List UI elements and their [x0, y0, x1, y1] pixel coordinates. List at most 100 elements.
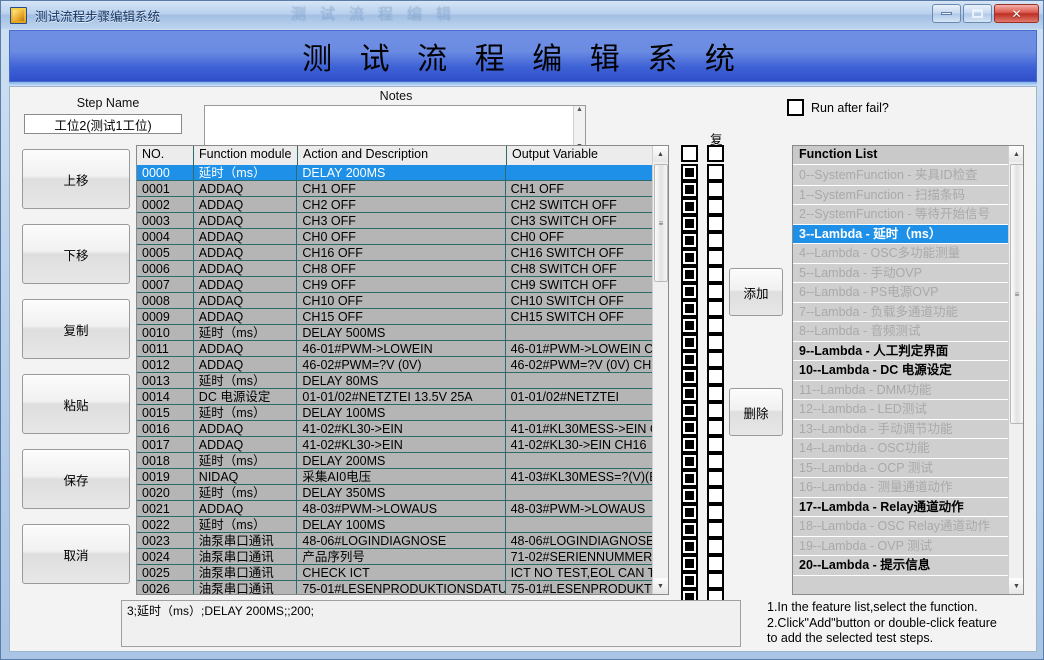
enable-checkbox-column[interactable]: [681, 145, 698, 623]
test-steps-grid[interactable]: NO. Function module Action and Description…: [136, 145, 669, 595]
repeat-checkbox[interactable]: [707, 555, 724, 572]
repeat-checkbox[interactable]: [707, 249, 724, 266]
function-list-item[interactable]: 0--SystemFunction - 夹具ID检查: [793, 166, 1008, 186]
paste-button[interactable]: 粘贴: [22, 374, 130, 434]
function-list-item[interactable]: 9--Lambda - 人工判定界面: [793, 341, 1008, 361]
copy-button[interactable]: 复制: [22, 299, 130, 359]
table-row[interactable]: 0025 油泵串口通讯 CHECK ICT ICT NO TEST,EOL CAN T: [137, 565, 652, 581]
table-row[interactable]: 0006 ADDAQ CH8 OFF CH8 SWITCH OFF: [137, 261, 652, 277]
table-row[interactable]: 0015 延时（ms） DELAY 100MS: [137, 405, 652, 421]
repeat-checkbox[interactable]: [707, 487, 724, 504]
grid-column-header[interactable]: NO.: [137, 146, 194, 165]
enable-checkbox[interactable]: [681, 215, 698, 232]
table-row[interactable]: 0000 延时（ms） DELAY 200MS: [137, 165, 652, 181]
scroll-up-icon[interactable]: ▲: [576, 106, 583, 114]
repeat-checkbox[interactable]: [707, 215, 724, 232]
grid-column-header[interactable]: Output Variable: [507, 146, 654, 165]
function-list-scroll-thumb[interactable]: ≡: [1010, 164, 1023, 424]
grid-column-header[interactable]: Function module: [194, 146, 298, 165]
repeat-checkbox[interactable]: [707, 402, 724, 419]
repeat-checkbox[interactable]: [707, 317, 724, 334]
step-name-input[interactable]: [24, 114, 182, 134]
enable-checkbox[interactable]: [681, 351, 698, 368]
enable-checkbox[interactable]: [681, 385, 698, 402]
function-list-item[interactable]: 6--Lambda - PS电源OVP: [793, 283, 1008, 303]
enable-checkbox[interactable]: [681, 300, 698, 317]
repeat-checkbox[interactable]: [707, 164, 724, 181]
repeat-checkbox[interactable]: [707, 538, 724, 555]
enable-checkbox[interactable]: [681, 317, 698, 334]
table-row[interactable]: 0013 延时（ms） DELAY 80MS: [137, 373, 652, 389]
function-list-item[interactable]: 18--Lambda - OSC Relay通道动作: [793, 517, 1008, 537]
table-row[interactable]: 0024 油泵串口通讯 产品序列号 71-02#SERIENNUMMER: [137, 549, 652, 565]
enable-checkbox[interactable]: [681, 198, 698, 215]
table-row[interactable]: 0001 ADDAQ CH1 OFF CH1 OFF: [137, 181, 652, 197]
function-list-item[interactable]: 20--Lambda - 提示信息: [793, 556, 1008, 576]
repeat-checkbox[interactable]: [707, 283, 724, 300]
enable-checkbox[interactable]: [681, 249, 698, 266]
repeat-checkbox[interactable]: [707, 334, 724, 351]
add-button[interactable]: 添加: [729, 268, 783, 316]
repeat-checkbox[interactable]: [707, 232, 724, 249]
enable-checkbox[interactable]: [681, 232, 698, 249]
function-list-item[interactable]: 15--Lambda - OCP 测试: [793, 458, 1008, 478]
grid-scroll-up-button[interactable]: ▲: [653, 146, 668, 162]
repeat-checkbox[interactable]: [707, 368, 724, 385]
enable-checkbox[interactable]: [681, 538, 698, 555]
enable-checkbox[interactable]: [681, 283, 698, 300]
table-row[interactable]: 0016 ADDAQ 41-02#KL30->EIN 41-01#KL30MESS->…: [137, 421, 652, 437]
cancel-button[interactable]: 取消: [22, 524, 130, 584]
enable-checkbox[interactable]: [681, 181, 698, 198]
enable-checkbox[interactable]: [681, 521, 698, 538]
function-list-item[interactable]: 3--Lambda - 延时（ms）: [793, 224, 1008, 244]
function-list-item[interactable]: 17--Lambda - Relay通道动作: [793, 497, 1008, 517]
table-row[interactable]: 0020 延时（ms） DELAY 350MS: [137, 485, 652, 501]
table-row[interactable]: 0021 ADDAQ 48-03#PWM->LOWAUS 48-03#PWM->LOW…: [137, 501, 652, 517]
function-list-item[interactable]: 1--SystemFunction - 扫描条码: [793, 185, 1008, 205]
table-row[interactable]: 0008 ADDAQ CH10 OFF CH10 SWITCH OFF: [137, 293, 652, 309]
table-row[interactable]: 0004 ADDAQ CH0 OFF CH0 OFF: [137, 229, 652, 245]
enable-checkbox[interactable]: [681, 419, 698, 436]
table-row[interactable]: 0019 NIDAQ 采集AI0电压 41-03#KL30MESS=?(V)(E: [137, 469, 652, 485]
repeat-checkbox-column[interactable]: [707, 145, 724, 623]
repeat-header-checkbox[interactable]: [707, 145, 724, 162]
table-row[interactable]: 0012 ADDAQ 46-02#PWM=?V (0V) 46-02#PWM=?V (…: [137, 357, 652, 373]
function-list-scrollbar[interactable]: ▲ ≡ ▼: [1008, 146, 1023, 594]
grid-vertical-scrollbar[interactable]: ▲ ≡ ▼: [652, 146, 668, 594]
function-list-item[interactable]: 10--Lambda - DC 电源设定: [793, 361, 1008, 381]
function-list-item[interactable]: 7--Lambda - 负载多通道功能: [793, 302, 1008, 322]
table-row[interactable]: 0009 ADDAQ CH15 OFF CH15 SWITCH OFF: [137, 309, 652, 325]
repeat-checkbox[interactable]: [707, 453, 724, 470]
enable-checkbox[interactable]: [681, 504, 698, 521]
enable-checkbox[interactable]: [681, 368, 698, 385]
function-list-body[interactable]: 0--SystemFunction - 夹具ID检查 1--SystemFunct…: [793, 166, 1008, 594]
table-row[interactable]: 0011 ADDAQ 46-01#PWM->LOWEIN 46-01#PWM->LOW…: [137, 341, 652, 357]
maximize-button[interactable]: [963, 4, 992, 23]
repeat-checkbox[interactable]: [707, 300, 724, 317]
enable-checkbox[interactable]: [681, 436, 698, 453]
repeat-checkbox[interactable]: [707, 266, 724, 283]
table-row[interactable]: 0003 ADDAQ CH3 OFF CH3 SWITCH OFF: [137, 213, 652, 229]
enable-header-checkbox[interactable]: [681, 145, 698, 162]
close-button[interactable]: ✕: [994, 4, 1039, 23]
save-button[interactable]: 保存: [22, 449, 130, 509]
minimize-button[interactable]: [932, 4, 961, 23]
table-row[interactable]: 0026 油泵串口通讯 75-01#LESENPRODUKTIONSDATU 75-0…: [137, 581, 652, 594]
run-after-fail-row[interactable]: Run after fail?: [787, 99, 889, 116]
repeat-checkbox[interactable]: [707, 521, 724, 538]
function-list-item[interactable]: 14--Lambda - OSC功能: [793, 439, 1008, 459]
enable-checkbox[interactable]: [681, 402, 698, 419]
grid-scroll-thumb[interactable]: ≡: [654, 164, 668, 282]
enable-checkbox[interactable]: [681, 572, 698, 589]
enable-checkbox[interactable]: [681, 164, 698, 181]
grid-body[interactable]: 0000 延时（ms） DELAY 200MS 0001 ADDAQ CH1 OFF CH1…: [137, 165, 652, 594]
enable-checkbox[interactable]: [681, 334, 698, 351]
function-list-item[interactable]: 5--Lambda - 手动OVP: [793, 263, 1008, 283]
table-row[interactable]: 0022 延时（ms） DELAY 100MS: [137, 517, 652, 533]
repeat-checkbox[interactable]: [707, 351, 724, 368]
repeat-checkbox[interactable]: [707, 198, 724, 215]
repeat-checkbox[interactable]: [707, 436, 724, 453]
table-row[interactable]: 0007 ADDAQ CH9 OFF CH9 SWITCH OFF: [137, 277, 652, 293]
function-list-item[interactable]: 16--Lambda - 测量通道动作: [793, 478, 1008, 498]
repeat-checkbox[interactable]: [707, 504, 724, 521]
